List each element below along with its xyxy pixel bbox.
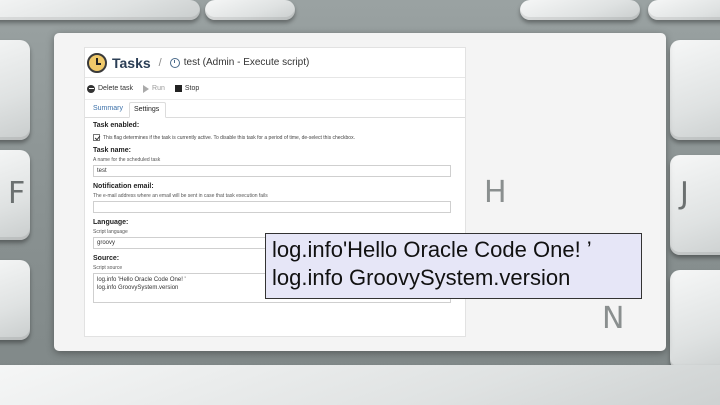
key-letter-j: J <box>680 176 689 211</box>
task-enabled-row: This flag determines if the task is curr… <box>93 134 457 141</box>
callout-line-2: log.info GroovySystem.version <box>272 265 571 290</box>
keyboard-key <box>648 0 720 20</box>
keyboard-key <box>670 270 720 370</box>
task-name-hint: A name for the scheduled task <box>93 157 161 163</box>
notification-email-input[interactable] <box>93 201 451 213</box>
stop-label: Stop <box>184 85 200 92</box>
tab-bar: Summary Settings <box>85 102 465 118</box>
key-letter-f: F <box>8 176 26 211</box>
run-label: Run <box>152 85 165 92</box>
page-header: Tasks / test (Admin - Execute script) <box>85 48 465 78</box>
task-name-input[interactable]: test <box>93 165 451 177</box>
callout-line-1: log.info'Hello Oracle Code One! ’ <box>272 237 592 262</box>
keyboard-key <box>0 260 30 340</box>
task-name-label: Task name: <box>93 147 131 154</box>
language-label: Language: <box>93 219 129 226</box>
keyboard-key <box>520 0 640 20</box>
code-callout: log.info'Hello Oracle Code One! ’ log.in… <box>265 233 642 299</box>
language-select[interactable]: groovy <box>93 237 293 249</box>
key-letter-n: N <box>602 301 625 336</box>
key-letter-h: H <box>484 175 507 210</box>
breadcrumb-task-name: test (Admin - Execute script) <box>183 57 310 68</box>
keyboard-key <box>205 0 295 20</box>
breadcrumb-separator: / <box>158 56 162 69</box>
page-title[interactable]: Tasks <box>112 55 151 71</box>
keyboard-key <box>670 40 720 140</box>
keyboard-key <box>670 155 720 255</box>
notification-email-hint: The e-mail address where an email will b… <box>93 193 268 199</box>
minus-circle-icon <box>87 84 95 93</box>
task-enabled-label: Task enabled: <box>93 122 140 129</box>
task-clock-icon <box>169 57 180 68</box>
stop-icon <box>174 85 182 92</box>
task-enabled-checkbox[interactable] <box>93 134 100 141</box>
tab-summary[interactable]: Summary <box>89 102 129 117</box>
notification-email-label: Notification email: <box>93 183 154 190</box>
tab-settings[interactable]: Settings <box>128 102 167 118</box>
keyboard-key <box>0 365 720 405</box>
play-icon <box>143 84 150 93</box>
keyboard-key <box>0 40 30 140</box>
toolbar: Delete task Run Stop <box>85 78 465 100</box>
task-enabled-description: This flag determines if the task is curr… <box>103 134 355 141</box>
stop-button[interactable]: Stop <box>174 85 200 92</box>
delete-task-label: Delete task <box>98 85 134 92</box>
screenshot-card: H N Tasks / test (Admin - Execute script… <box>54 33 666 351</box>
run-button[interactable]: Run <box>143 84 165 93</box>
clock-icon <box>87 52 107 73</box>
keyboard-key <box>0 0 200 20</box>
delete-task-button[interactable]: Delete task <box>87 84 134 93</box>
